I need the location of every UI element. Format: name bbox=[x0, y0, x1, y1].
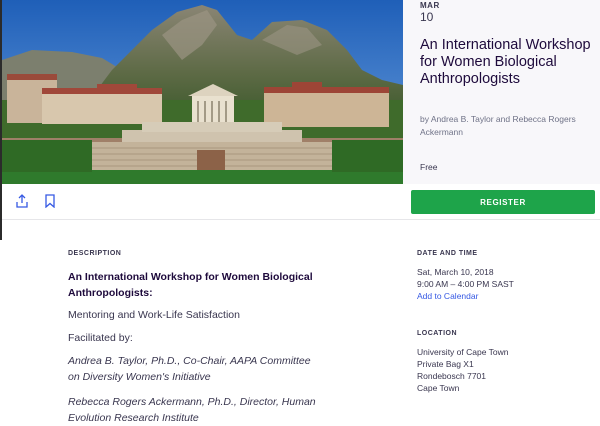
hero-photo bbox=[2, 0, 403, 184]
hero-image bbox=[2, 0, 403, 184]
date-time-label: DATE AND TIME bbox=[417, 250, 478, 257]
event-date-day: 10 bbox=[420, 10, 434, 24]
event-time: 9:00 AM – 4:00 PM SAST bbox=[417, 279, 514, 289]
description-facilitated: Facilitated by: bbox=[68, 332, 133, 344]
location-label: LOCATION bbox=[417, 330, 458, 337]
description-label: DESCRIPTION bbox=[68, 250, 122, 257]
event-organizer: by Andrea B. Taylor and Rebecca Rogers A… bbox=[420, 114, 576, 137]
description-subtitle: Mentoring and Work-Life Satisfaction bbox=[68, 309, 240, 321]
event-title: An International Workshop for Women Biol… bbox=[420, 37, 591, 87]
location-line-4: Cape Town bbox=[417, 383, 460, 393]
facilitator-1: Andrea B. Taylor, Ph.D., Co-Chair, AAPA … bbox=[68, 355, 311, 383]
bookmark-icon[interactable] bbox=[44, 194, 60, 210]
location-line-1: University of Cape Town bbox=[417, 347, 509, 357]
event-date: Sat, March 10, 2018 bbox=[417, 267, 494, 277]
event-price: Free bbox=[420, 162, 438, 172]
event-date-month: MAR bbox=[420, 1, 440, 10]
description-heading: An International Workshop for Women Biol… bbox=[68, 271, 313, 299]
location-line-3: Rondebosch 7701 bbox=[417, 371, 487, 381]
event-summary-panel bbox=[403, 0, 600, 184]
location-line-2: Private Bag X1 bbox=[417, 359, 474, 369]
register-button[interactable]: REGISTER bbox=[411, 190, 595, 214]
facilitator-2: Rebecca Rogers Ackermann, Ph.D., Directo… bbox=[68, 396, 316, 424]
add-to-calendar-link[interactable]: Add to Calendar bbox=[417, 290, 478, 302]
share-icon[interactable] bbox=[15, 194, 31, 210]
